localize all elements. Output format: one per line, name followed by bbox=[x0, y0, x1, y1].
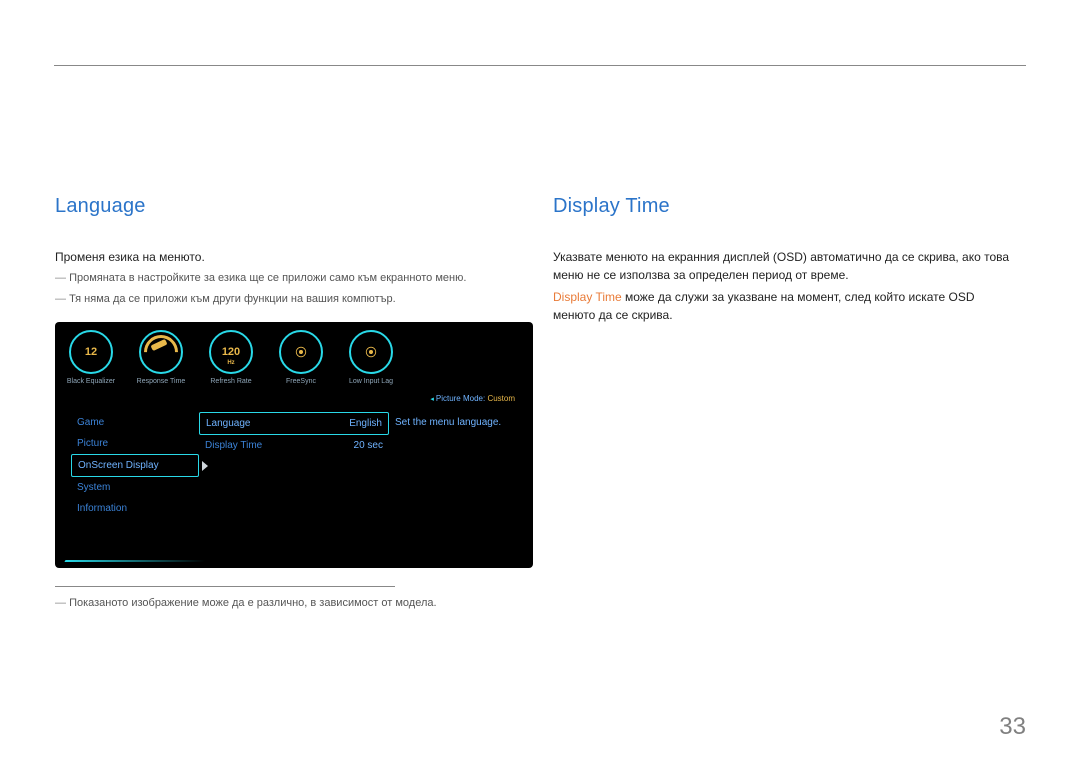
dial-icon: ⦿ bbox=[296, 344, 307, 360]
osd-dial-row: 12 Black Equalizer Response Time 120 Hz R… bbox=[65, 330, 397, 385]
osd-description: Set the menu language. bbox=[389, 408, 517, 519]
osd-sub-menu: Language English Display Time 20 sec bbox=[199, 408, 389, 519]
sub-label: Display Time bbox=[205, 440, 262, 451]
display-time-orange-label: Display Time bbox=[553, 290, 622, 304]
display-time-heading: Display Time bbox=[553, 195, 1018, 218]
dial-label: Refresh Rate bbox=[205, 378, 257, 385]
picture-mode-label: Picture Mode: bbox=[436, 394, 488, 403]
dial-icon: ⦿ bbox=[366, 344, 377, 360]
left-column: Language Променя езика на менюто. Промян… bbox=[55, 195, 520, 616]
page-number: 33 bbox=[999, 713, 1026, 741]
display-time-intro: Указвате менюто на екранния дисплей (OSD… bbox=[553, 248, 1018, 284]
sub-value: English bbox=[349, 418, 382, 429]
side-item-information[interactable]: Information bbox=[71, 498, 199, 519]
sub-row-language[interactable]: Language English bbox=[199, 412, 389, 435]
display-time-desc: Display Time може да служи за указване н… bbox=[553, 288, 1018, 324]
model-footnote: Показаното изображение може да е различн… bbox=[55, 595, 520, 613]
osd-menu-area: Game Picture OnScreen Display System Inf… bbox=[71, 408, 517, 519]
hz-label: Hz bbox=[227, 360, 234, 366]
picture-mode-indicator: Picture Mode: Custom bbox=[430, 394, 515, 403]
side-item-system[interactable]: System bbox=[71, 477, 199, 498]
dial-low-input-lag: ⦿ Low Input Lag bbox=[345, 330, 397, 385]
osd-screenshot: 12 Black Equalizer Response Time 120 Hz R… bbox=[55, 322, 533, 568]
dial-label: Low Input Lag bbox=[345, 378, 397, 385]
sub-row-display-time[interactable]: Display Time 20 sec bbox=[199, 435, 389, 456]
language-note-2: Тя няма да се приложи към други функции … bbox=[55, 291, 520, 309]
dial-circle: 12 bbox=[69, 330, 113, 374]
side-item-onscreen-display[interactable]: OnScreen Display bbox=[71, 454, 199, 477]
dial-freesync: ⦿ FreeSync bbox=[275, 330, 327, 385]
dial-label: FreeSync bbox=[275, 378, 327, 385]
dial-circle: ⦿ bbox=[349, 330, 393, 374]
dial-refresh-rate: 120 Hz Refresh Rate bbox=[205, 330, 257, 385]
dial-black-equalizer: 12 Black Equalizer bbox=[65, 330, 117, 385]
dial-circle: ⦿ bbox=[279, 330, 323, 374]
side-item-game[interactable]: Game bbox=[71, 412, 199, 433]
sub-value: 20 sec bbox=[354, 440, 383, 451]
language-note-1: Промяната в настройките за езика ще се п… bbox=[55, 270, 520, 288]
dial-value: 12 bbox=[85, 346, 97, 358]
osd-accent-line bbox=[64, 560, 205, 562]
dial-label: Response Time bbox=[135, 378, 187, 385]
sub-label: Language bbox=[206, 418, 251, 429]
right-column: Display Time Указвате менюто на екранния… bbox=[553, 195, 1018, 328]
dial-value: 120 bbox=[222, 346, 240, 358]
language-intro: Променя езика на менюто. bbox=[55, 248, 520, 266]
language-heading: Language bbox=[55, 195, 520, 218]
header-rule bbox=[54, 65, 1026, 66]
osd-side-menu: Game Picture OnScreen Display System Inf… bbox=[71, 408, 199, 519]
gauge-icon bbox=[139, 330, 183, 374]
dial-response-time: Response Time bbox=[135, 330, 187, 385]
dial-label: Black Equalizer bbox=[65, 378, 117, 385]
side-item-picture[interactable]: Picture bbox=[71, 433, 199, 454]
dial-circle: 120 Hz bbox=[209, 330, 253, 374]
picture-mode-value: Custom bbox=[487, 394, 515, 403]
footnote-rule bbox=[55, 586, 395, 587]
